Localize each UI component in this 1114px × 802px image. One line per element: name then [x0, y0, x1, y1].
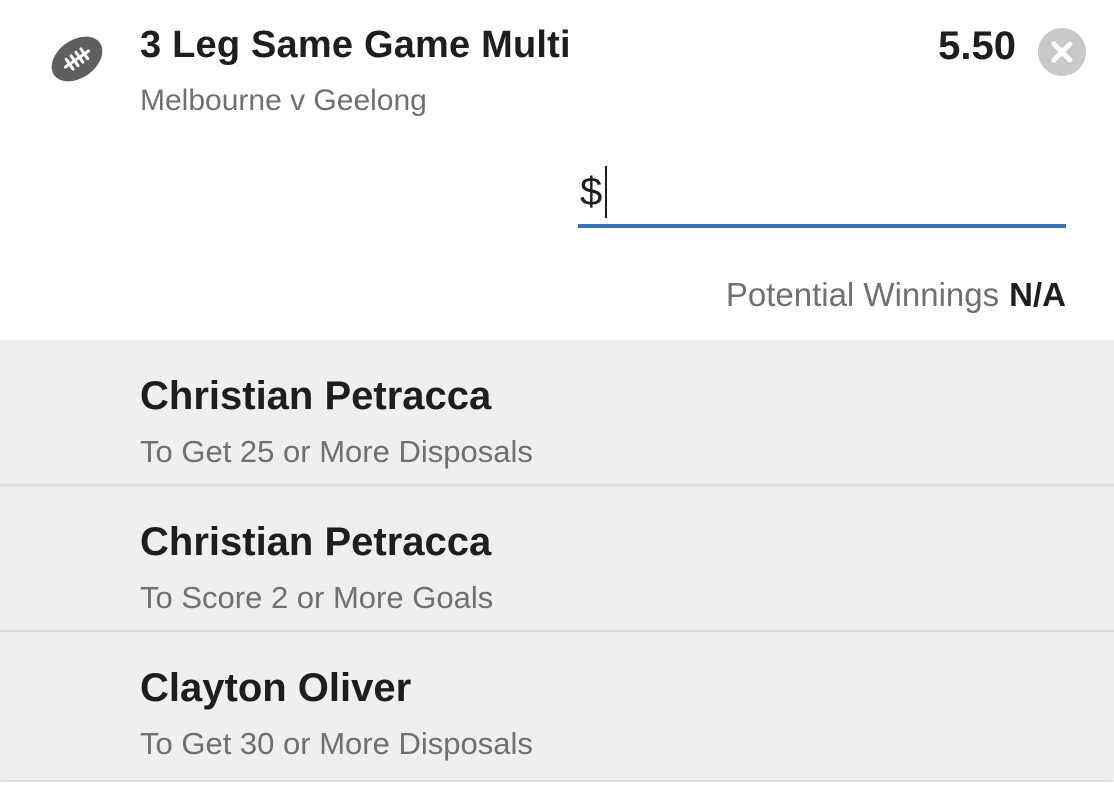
card-bottom-spacer: [0, 782, 1114, 802]
football-icon: [48, 30, 106, 88]
bet-event: Melbourne v Geelong: [140, 84, 427, 117]
currency-prefix: $: [580, 170, 603, 214]
leg-player: Clayton Oliver: [140, 666, 412, 710]
leg-player: Christian Petracca: [140, 520, 492, 564]
potential-winnings: Potential Winnings N/A: [726, 276, 1066, 314]
leg-player: Christian Petracca: [140, 374, 492, 418]
bet-header: 3 Leg Same Game Multi Melbourne v Geelon…: [0, 0, 1114, 340]
winnings-value: N/A: [1009, 276, 1066, 313]
leg-item: Christian Petracca To Score 2 or More Go…: [0, 486, 1114, 632]
remove-bet-button[interactable]: [1038, 28, 1086, 76]
leg-market: To Get 30 or More Disposals: [140, 726, 533, 761]
bet-odds: 5.50: [938, 24, 1016, 68]
winnings-label: Potential Winnings: [725, 276, 1000, 313]
leg-market: To Get 25 or More Disposals: [140, 434, 533, 469]
leg-item: Clayton Oliver To Get 30 or More Disposa…: [0, 632, 1114, 780]
bet-slip-card: 3 Leg Same Game Multi Melbourne v Geelon…: [0, 0, 1114, 802]
stake-field[interactable]: $: [578, 160, 1066, 228]
stake-input[interactable]: [608, 166, 1058, 218]
leg-item: Christian Petracca To Get 25 or More Dis…: [0, 340, 1114, 486]
text-cursor: [605, 166, 607, 218]
legs-list: Christian Petracca To Get 25 or More Dis…: [0, 340, 1114, 780]
leg-market: To Score 2 or More Goals: [140, 580, 494, 615]
bet-title: 3 Leg Same Game Multi: [140, 24, 571, 66]
